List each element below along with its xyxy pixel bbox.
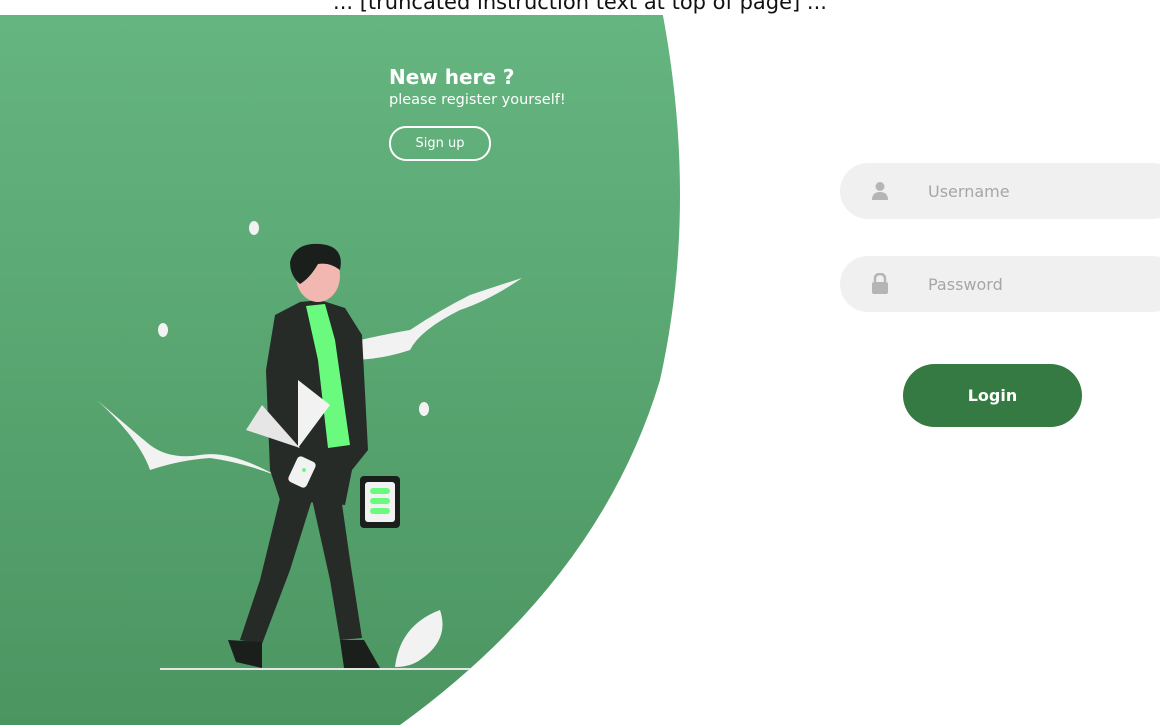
promo-title: New here ? bbox=[389, 65, 515, 89]
username-field[interactable] bbox=[840, 163, 1160, 219]
username-input[interactable] bbox=[926, 180, 1150, 202]
register-promo: New here ? please register yourself! bbox=[389, 64, 566, 110]
page-caption: ... [truncated instruction text at top o… bbox=[0, 0, 1160, 15]
login-button[interactable]: Login bbox=[903, 364, 1082, 427]
promo-subtitle: please register yourself! bbox=[389, 92, 566, 108]
decor-dot bbox=[158, 323, 168, 337]
password-input[interactable] bbox=[926, 273, 1150, 295]
password-field[interactable] bbox=[840, 256, 1160, 312]
lock-icon bbox=[870, 272, 890, 296]
decor-dot bbox=[419, 402, 429, 416]
user-icon bbox=[870, 179, 890, 203]
left-panel bbox=[0, 0, 700, 725]
decor-dot bbox=[249, 221, 259, 235]
illustration-panel bbox=[0, 0, 680, 725]
login-page: ... [truncated instruction text at top o… bbox=[0, 0, 1160, 725]
signup-button[interactable]: Sign up bbox=[389, 126, 491, 161]
